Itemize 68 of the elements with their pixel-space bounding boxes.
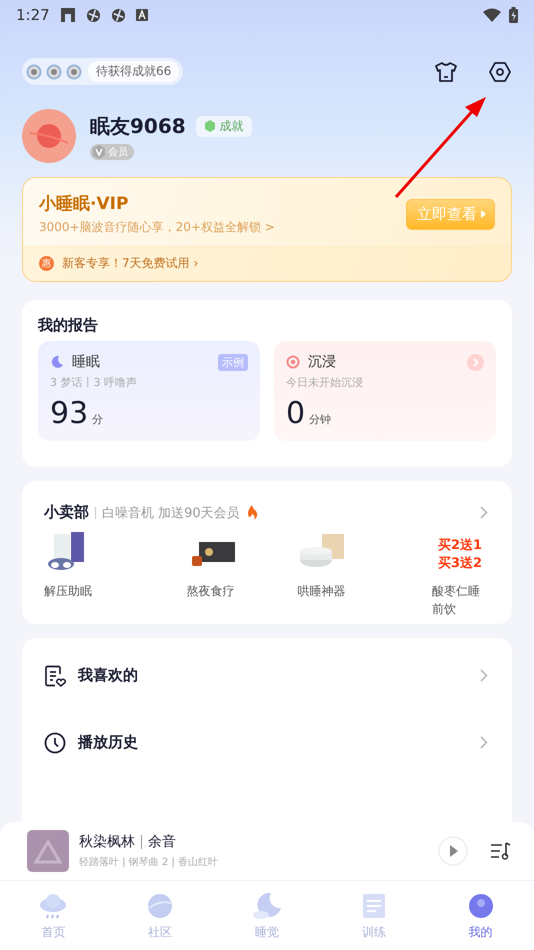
menu-label: 播放历史: [78, 733, 138, 752]
user-name: 眠友9068: [90, 112, 186, 140]
track-subtitle: 轻踏落叶 | 钢琴曲 2 | 香山红叶: [79, 856, 218, 869]
chevron-icon: [480, 736, 488, 749]
report-detail: 今日未开始沉浸: [286, 375, 364, 390]
sample-tag: 示例: [218, 354, 248, 370]
playlist-icon[interactable]: [490, 841, 512, 861]
achievement-tag[interactable]: 成就: [196, 116, 252, 136]
tab-profile[interactable]: 我的: [427, 881, 534, 950]
tshirt-icon[interactable]: [434, 60, 458, 84]
medal-icon: [66, 64, 82, 80]
shop-promo: 白噪音机 加送90天会员: [102, 504, 240, 522]
chevron-icon[interactable]: [480, 506, 488, 519]
app-icon: [86, 8, 101, 22]
promo-text: 买3送2: [438, 555, 482, 572]
hexagon-icon: [204, 120, 216, 132]
item-label: 哄睡神器: [298, 583, 346, 600]
immersion-report-card[interactable]: 沉浸 今日未开始沉浸 0 分钟: [274, 341, 496, 441]
report-detail: 3 梦话丨3 呼噜声: [50, 375, 138, 390]
app-icon: [110, 8, 126, 22]
clock-icon: [44, 732, 66, 754]
section-title: 我的报告: [38, 316, 99, 335]
vip-title: 小睡眠·VIP: [39, 193, 130, 215]
discount-icon: 惠: [39, 256, 54, 271]
list-heart-icon: [44, 664, 66, 686]
app-icon: [60, 7, 76, 23]
shop-item[interactable]: 哄睡神器: [266, 530, 377, 618]
achievement-label: 待获得成就66: [88, 61, 180, 82]
status-time: 1:27: [16, 6, 50, 24]
settings-icon[interactable]: [488, 60, 512, 84]
moon-icon: [50, 355, 64, 369]
item-label: 解压助眠: [44, 583, 93, 600]
keyboard-icon: [136, 9, 148, 21]
achievements-badge[interactable]: 待获得成就66: [22, 58, 184, 85]
wifi-icon: [483, 8, 501, 22]
fire-icon: [246, 505, 258, 520]
report-unit: 分: [92, 412, 104, 427]
moon-icon: [250, 890, 283, 922]
chevron-icon: [480, 669, 488, 682]
section-title: 小卖部: [44, 503, 89, 522]
report-name: 沉浸: [308, 353, 336, 371]
report-value: 0: [286, 396, 306, 431]
vip-description: 3000+脑波音疗随心享，20+权益全解锁 >: [39, 219, 275, 236]
track-title: 秋染枫林: [79, 833, 135, 851]
battery-icon: [509, 7, 518, 23]
trial-offer-link[interactable]: 新客专享！7天免费试用 ›: [62, 255, 198, 272]
report-value: 93: [50, 396, 88, 431]
shop-item[interactable]: 熬夜食疗: [155, 530, 266, 618]
track-artist: 余音: [148, 833, 176, 851]
shop-item[interactable]: 解压助眠: [44, 530, 155, 618]
sleep-report-card[interactable]: 睡眠 示例 3 梦话丨3 呼噜声 93 分: [38, 341, 260, 441]
target-icon: [286, 355, 300, 369]
menu-label: 我喜欢的: [78, 666, 138, 685]
shop-item[interactable]: 买2送1 买3送2 酸枣仁睡前饮: [377, 530, 488, 618]
play-icon[interactable]: [438, 836, 468, 866]
item-label: 熬夜食疗: [186, 583, 234, 600]
avatar[interactable]: [22, 109, 76, 163]
promo-text: 买2送1: [438, 537, 482, 554]
menu-item[interactable]: 我喜欢的: [44, 642, 488, 709]
report-unit: 分钟: [309, 412, 332, 427]
medal-icon: [46, 64, 62, 80]
v-icon: [92, 144, 106, 158]
vip-card[interactable]: 小睡眠·VIP 3000+脑波音疗随心享，20+权益全解锁 > 立即查看 惠 新客专享！7天免费试用 ›: [22, 177, 512, 282]
medal-icon: [26, 64, 42, 80]
report-name: 睡眠: [72, 353, 100, 371]
item-label: 酸枣仁睡前饮: [432, 583, 481, 618]
menu-item[interactable]: 播放历史: [44, 709, 488, 776]
caret-icon: [481, 210, 486, 218]
